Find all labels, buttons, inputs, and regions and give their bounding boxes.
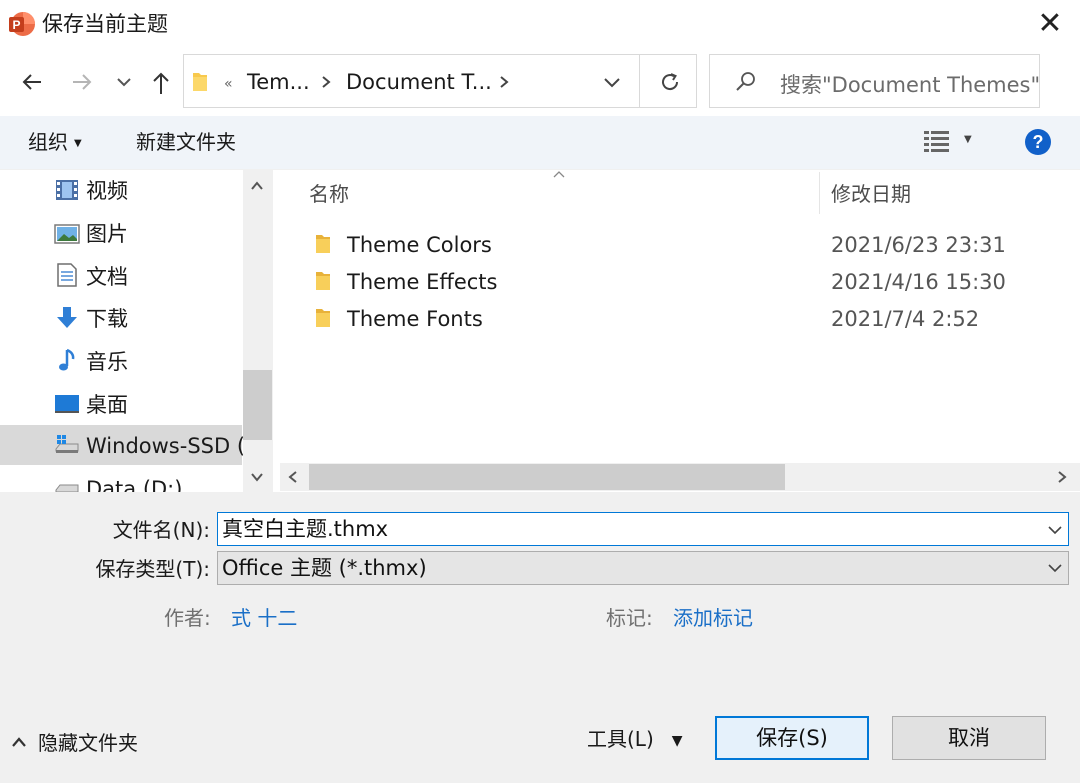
forward-arrow-icon[interactable] [70, 70, 94, 94]
sidebar-item-label: 音乐 [86, 350, 128, 374]
tags-label: 标记: [606, 606, 653, 630]
file-modified-date: 2021/7/4 2:52 [831, 307, 980, 331]
new-folder-button[interactable]: 新建文件夹 [136, 129, 236, 155]
address-dropdown-chevron-icon[interactable] [602, 76, 622, 90]
tools-label: 工具(L) [587, 727, 654, 751]
desktop-icon [55, 395, 79, 413]
sidebar-item-downloads[interactable]: 下载 [0, 298, 242, 338]
svg-text:P: P [12, 18, 20, 32]
hide-folders-button[interactable]: 隐藏文件夹 [38, 730, 138, 756]
file-modified-date: 2021/4/16 15:30 [831, 270, 1006, 294]
pictures-icon [54, 224, 80, 244]
up-arrow-icon[interactable] [149, 70, 173, 96]
search-input[interactable]: 搜索"Document Themes" [780, 69, 1040, 99]
sidebar-item-label: 下载 [86, 307, 128, 331]
breadcrumb-overflow[interactable]: « [224, 71, 233, 97]
music-icon [59, 348, 75, 371]
file-name[interactable]: Theme Effects [347, 269, 498, 295]
breadcrumb-item[interactable]: Tem... [247, 69, 310, 95]
filetype-value[interactable]: Office 主题 (*.thmx) [222, 555, 427, 581]
recent-locations-chevron-icon[interactable] [116, 75, 132, 89]
help-icon[interactable]: ? [1024, 128, 1052, 156]
column-header-modified[interactable]: 修改日期 [831, 181, 911, 207]
sidebar-item-desktop[interactable]: 桌面 [0, 384, 242, 424]
tags-value[interactable]: 添加标记 [673, 602, 753, 631]
caret-down-icon: ▼ [671, 732, 683, 749]
svg-text:?: ? [1033, 132, 1044, 152]
breadcrumb-item-current[interactable]: Document T... [346, 69, 492, 95]
sidebar-item-pictures[interactable]: 图片 [0, 213, 242, 253]
scroll-up-icon[interactable] [250, 180, 264, 192]
author-label: 作者: [164, 606, 211, 630]
sidebar-item-music[interactable]: 音乐 [0, 341, 242, 381]
drive-icon [55, 435, 79, 453]
horizontal-scroll-thumb[interactable] [309, 464, 785, 490]
folder-icon [316, 272, 330, 290]
filename-value[interactable]: 真空白主题.thmx [222, 516, 388, 542]
filetype-dropdown-chevron-icon[interactable] [1047, 562, 1063, 574]
sidebar-item-videos[interactable]: 视频 [0, 170, 242, 210]
file-modified-date: 2021/6/23 23:31 [831, 233, 1006, 257]
tools-menu-button[interactable]: 工具(L) ▼ [587, 726, 683, 754]
scroll-right-icon[interactable] [1056, 470, 1068, 484]
file-name[interactable]: Theme Colors [347, 232, 492, 258]
chevron-right-icon[interactable] [320, 75, 332, 89]
sidebar-item-label: 文档 [86, 265, 128, 289]
window-title: 保存当前主题 [42, 12, 168, 36]
save-button[interactable]: 保存(S) [715, 716, 869, 760]
sidebar-item-label: 图片 [86, 222, 128, 246]
folder-icon [316, 235, 330, 253]
sort-ascending-icon [553, 171, 565, 178]
organize-menu-button[interactable]: 组织 ▼ [28, 129, 82, 157]
chevron-up-icon[interactable] [10, 735, 28, 749]
organize-label: 组织 [28, 130, 68, 154]
view-dropdown-caret-icon[interactable]: ▼ [964, 134, 972, 145]
column-header-name[interactable]: 名称 [309, 181, 349, 207]
download-icon [57, 307, 77, 328]
sidebar-item-label: 桌面 [86, 393, 128, 417]
close-icon[interactable]: ✕ [1032, 6, 1068, 42]
cancel-button[interactable]: 取消 [892, 716, 1046, 760]
powerpoint-icon: P [9, 12, 35, 36]
filetype-label: 保存类型(T): [95, 557, 210, 581]
chevron-right-icon[interactable] [498, 75, 510, 89]
refresh-icon[interactable] [658, 70, 682, 94]
filename-dropdown-chevron-icon[interactable] [1047, 524, 1063, 536]
filename-label: 文件名(N): [112, 518, 210, 542]
sidebar-item-label: 视频 [86, 179, 128, 203]
documents-icon [57, 263, 77, 287]
column-divider[interactable] [819, 172, 820, 214]
caret-down-icon: ▼ [74, 137, 82, 149]
view-options-icon[interactable] [924, 130, 950, 152]
folder-icon [316, 309, 330, 327]
sidebar-item-label: Windows-SSD ( [86, 434, 246, 458]
sidebar-item-windows-ssd[interactable]: Windows-SSD ( [0, 425, 246, 465]
author-value[interactable]: 式 十二 [231, 602, 297, 631]
sidebar-item-label: Data (D:) [86, 477, 183, 492]
sidebar-scrollbar[interactable] [243, 170, 272, 492]
sidebar-scroll-thumb[interactable] [243, 370, 272, 440]
sidebar-item-data-drive[interactable]: Data (D:) [0, 468, 242, 492]
file-name[interactable]: Theme Fonts [347, 306, 483, 332]
scroll-left-icon[interactable] [287, 470, 299, 484]
drive-icon [55, 484, 79, 492]
scroll-down-icon[interactable] [250, 471, 264, 483]
back-arrow-icon[interactable] [20, 70, 44, 94]
video-icon [56, 180, 78, 200]
sidebar-item-documents[interactable]: 文档 [0, 256, 242, 296]
address-divider [639, 54, 640, 108]
search-icon [736, 72, 755, 91]
folder-icon [193, 73, 207, 91]
